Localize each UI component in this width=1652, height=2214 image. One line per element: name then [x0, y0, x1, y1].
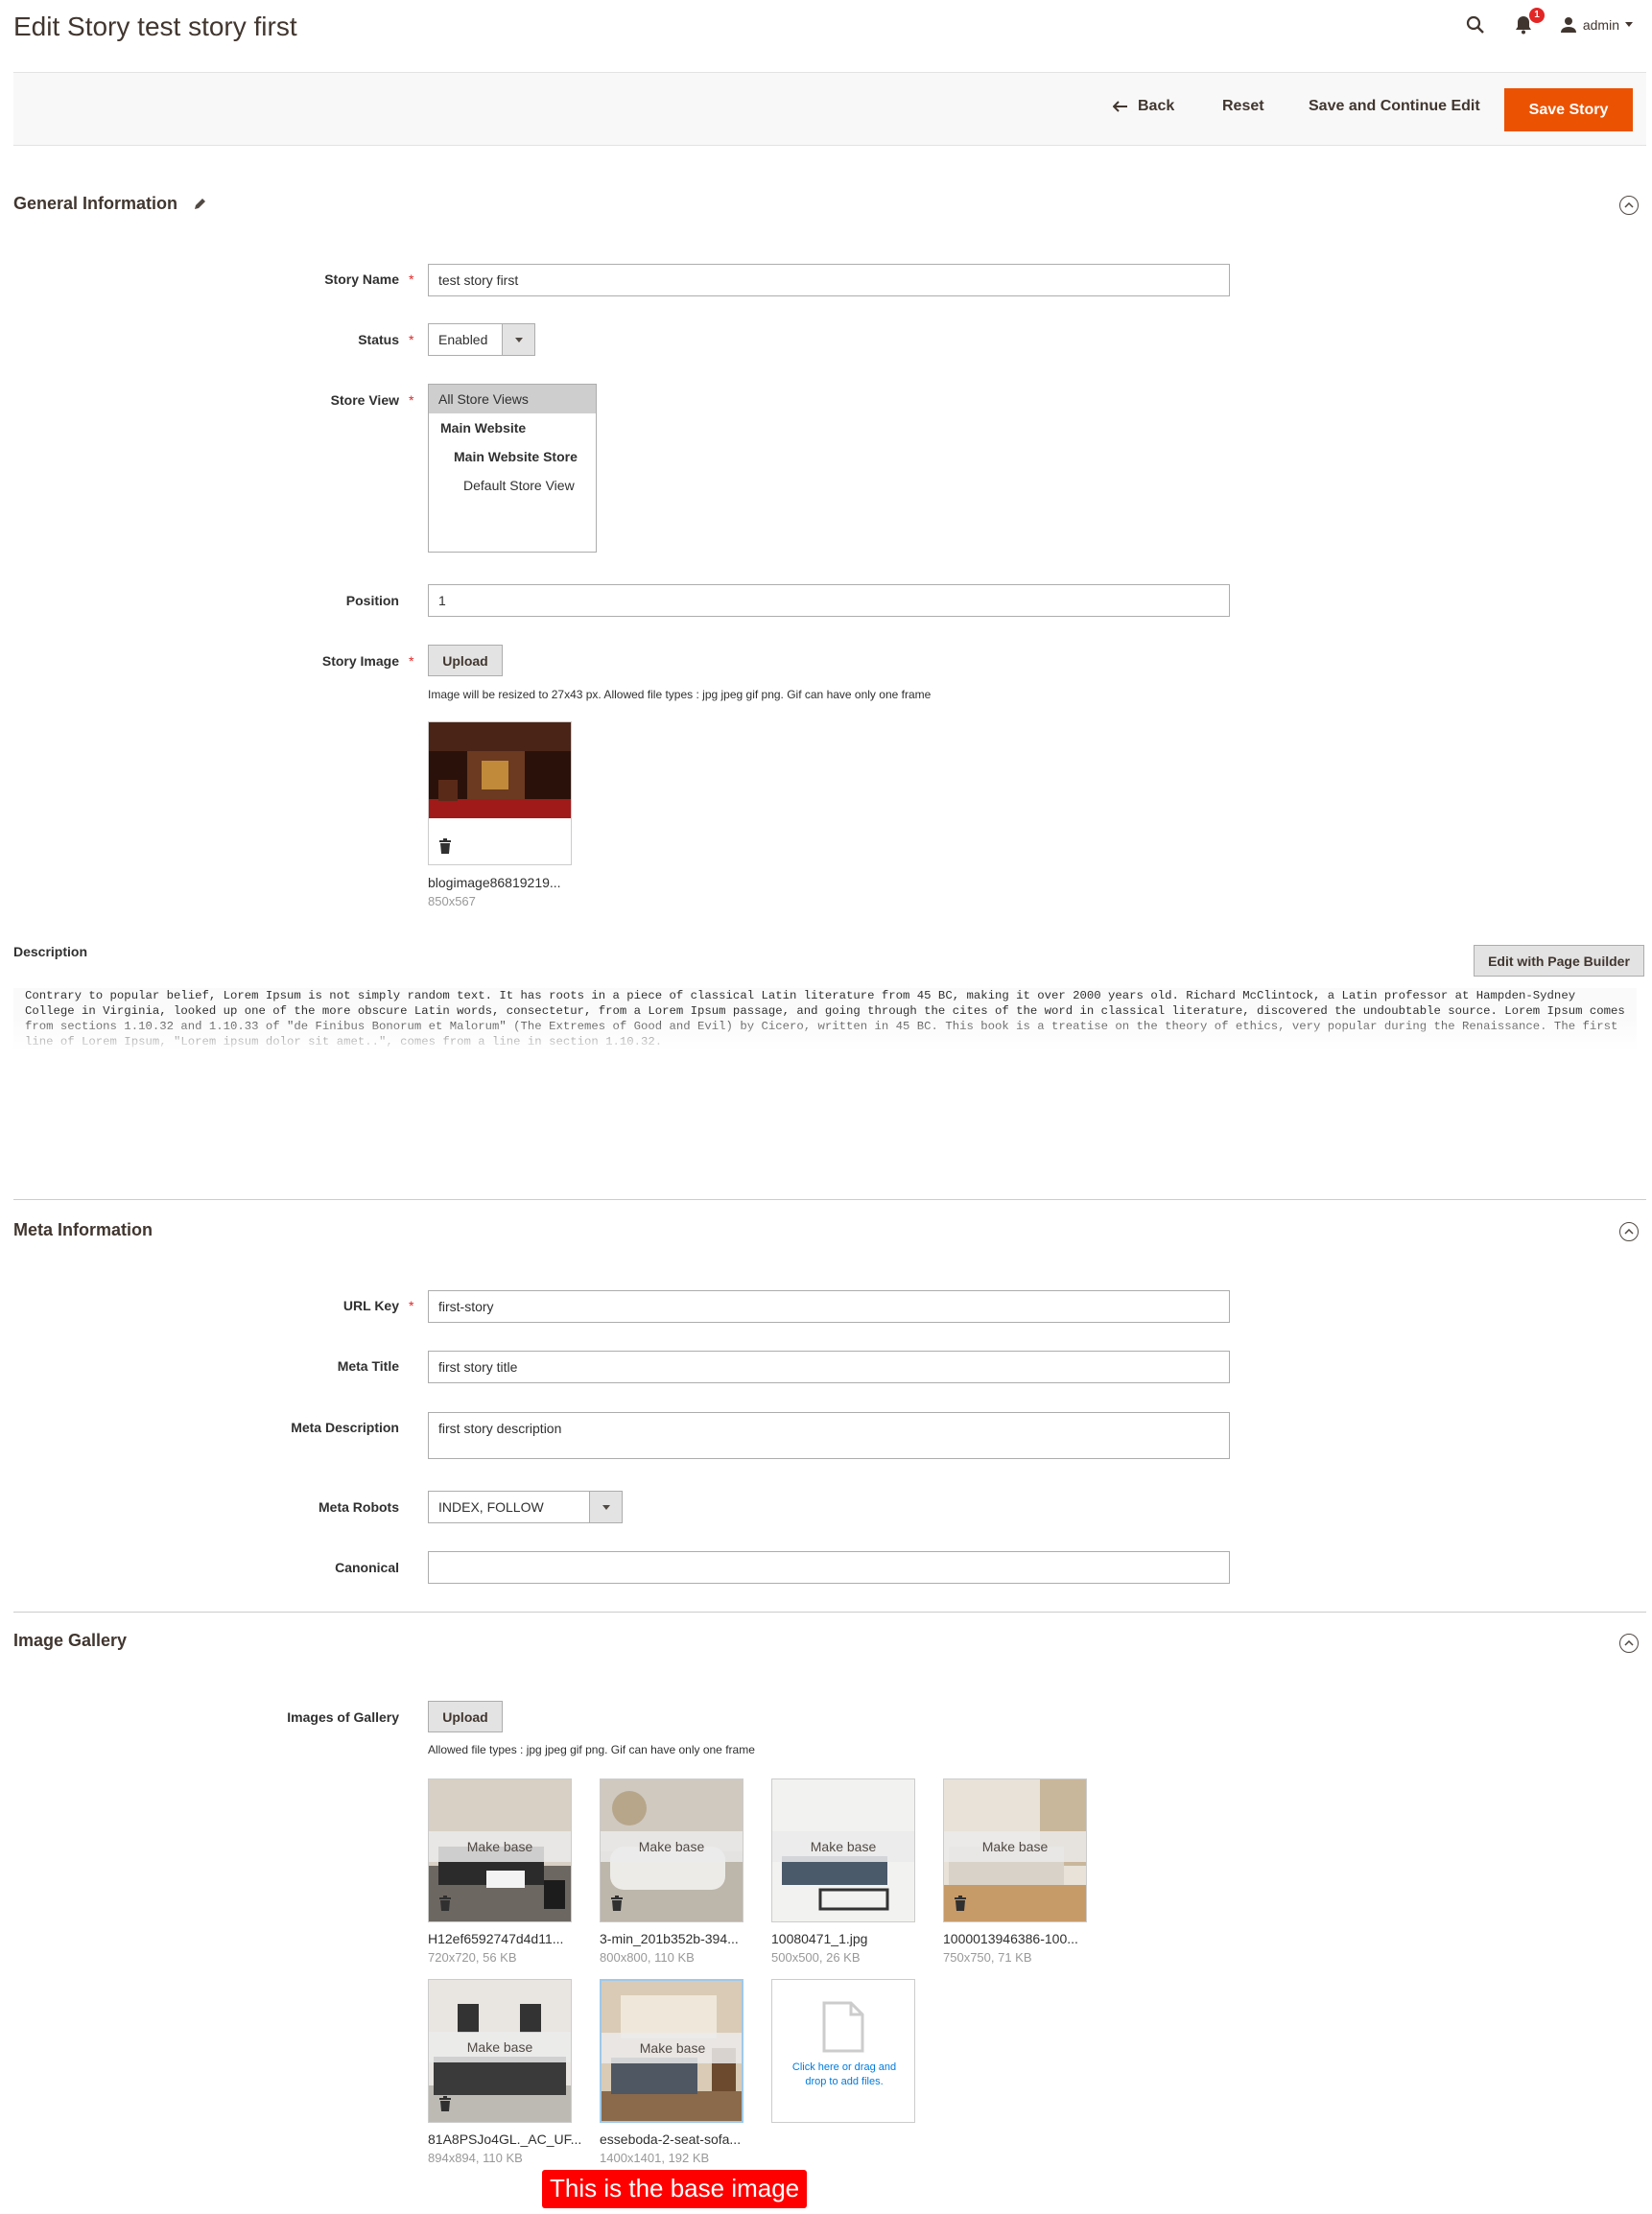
meta-title-label: Meta Title [337, 1358, 399, 1374]
store-view-label: Store View [330, 392, 399, 408]
gallery-drop-zone[interactable]: Click here or drag and drop to add files… [771, 1979, 915, 2123]
general-information-title[interactable]: General Information [13, 194, 206, 214]
story-image-label: Story Image [321, 653, 399, 669]
description-fade [13, 1017, 1637, 1051]
required-marker: * [409, 1298, 414, 1313]
url-key-label: URL Key [342, 1298, 399, 1313]
make-base-button[interactable]: Make base [429, 1831, 571, 1862]
gallery-image-meta: 500x500, 26 KB [771, 1950, 861, 1965]
status-select[interactable]: Enabled [428, 323, 535, 356]
reset-button[interactable]: Reset [1222, 98, 1264, 115]
collapse-general-icon[interactable] [1619, 196, 1639, 215]
edit-page-builder-button[interactable]: Edit with Page Builder [1474, 945, 1644, 977]
collapse-meta-icon[interactable] [1619, 1222, 1639, 1241]
gallery-image-name: H12ef6592747d4d11... [428, 1931, 564, 1946]
save-story-button[interactable]: Save Story [1504, 88, 1633, 131]
make-base-button[interactable]: Make base [601, 1831, 743, 1862]
meta-description-textarea[interactable]: first story description [428, 1412, 1230, 1459]
gallery-upload-button[interactable]: Upload [428, 1701, 503, 1732]
make-base-button[interactable]: Make base [772, 1831, 914, 1862]
gallery-image-base[interactable]: Make base [600, 1979, 743, 2123]
story-image-upload-button[interactable]: Upload [428, 645, 503, 676]
gallery-image-meta: 750x750, 71 KB [943, 1950, 1032, 1965]
gallery-image[interactable]: Make base [428, 1979, 572, 2123]
user-icon [1560, 17, 1576, 33]
description-label: Description [13, 944, 88, 959]
make-base-button[interactable]: Make base [944, 1831, 1086, 1862]
make-base-button[interactable]: Make base [602, 2033, 742, 2063]
gallery-image[interactable]: Make base [943, 1778, 1087, 1922]
gallery-image-name: 3-min_201b352b-394... [600, 1931, 739, 1946]
required-marker: * [409, 392, 414, 408]
meta-title-input[interactable]: first story title [428, 1351, 1230, 1383]
position-label: Position [345, 593, 399, 608]
notification-count: 1 [1529, 8, 1545, 23]
story-name-input[interactable]: test story first [428, 264, 1230, 296]
story-image-thumbnail [429, 722, 571, 818]
back-button[interactable]: Back [1113, 98, 1174, 115]
story-name-label: Story Name [324, 271, 399, 287]
story-image-size: 850x567 [428, 894, 476, 908]
user-menu[interactable]: admin [1560, 16, 1633, 34]
required-marker: * [409, 332, 414, 347]
story-image-note: Image will be resized to 27x43 px. Allow… [428, 688, 932, 701]
delete-image-icon[interactable] [954, 1896, 967, 1916]
user-name: admin [1582, 17, 1619, 33]
image-gallery-title[interactable]: Image Gallery [13, 1631, 127, 1651]
delete-image-icon[interactable] [438, 838, 452, 859]
delete-image-icon[interactable] [438, 2096, 452, 2116]
base-image-annotation: This is the base image [542, 2170, 808, 2208]
images-of-gallery-label: Images of Gallery [287, 1709, 399, 1725]
gallery-image-meta: 720x720, 56 KB [428, 1950, 517, 1965]
status-label: Status [358, 332, 399, 347]
story-image-name: blogimage86819219... [428, 875, 561, 890]
meta-information-title[interactable]: Meta Information [13, 1220, 153, 1240]
story-image-preview [428, 721, 572, 865]
section-divider [13, 1199, 1646, 1200]
section-divider [13, 1612, 1646, 1613]
store-option[interactable]: Default Store View [429, 471, 596, 500]
meta-description-label: Meta Description [291, 1420, 399, 1435]
gallery-image-name: 81A8PSJo4GL._AC_UF... [428, 2132, 581, 2147]
chevron-down-icon [502, 324, 534, 355]
delete-image-icon[interactable] [610, 1896, 624, 1916]
gallery-image[interactable]: Make base [771, 1778, 915, 1922]
gallery-image[interactable]: Make base [600, 1778, 743, 1922]
store-option[interactable]: Main Website [429, 413, 596, 442]
gallery-image-meta: 1400x1401, 192 KB [600, 2151, 710, 2165]
chevron-down-icon [589, 1492, 622, 1522]
drop-zone-text: Click here or drag and drop to add files… [791, 2061, 897, 2087]
gallery-image-name: 1000013946386-100... [943, 1931, 1078, 1946]
bell-icon[interactable]: 1 [1512, 8, 1545, 36]
header-tools: 1 admin [1464, 8, 1633, 36]
delete-image-icon[interactable] [438, 1896, 452, 1916]
canonical-input[interactable] [428, 1551, 1230, 1584]
save-continue-button[interactable]: Save and Continue Edit [1309, 98, 1480, 115]
gallery-image-meta: 894x894, 110 KB [428, 2151, 523, 2165]
gallery-image-name: esseboda-2-seat-sofa... [600, 2132, 742, 2147]
arrow-left-icon [1113, 101, 1127, 112]
store-view-multiselect[interactable]: All Store Views Main Website Main Websit… [428, 384, 597, 553]
position-input[interactable]: 1 [428, 584, 1230, 617]
gallery-note: Allowed file types : jpg jpeg gif png. G… [428, 1743, 755, 1756]
search-icon[interactable] [1464, 13, 1487, 36]
meta-robots-label: Meta Robots [319, 1499, 399, 1515]
chevron-down-icon [1625, 22, 1633, 27]
gallery-image[interactable]: Make base [428, 1778, 572, 1922]
canonical-label: Canonical [335, 1560, 399, 1575]
collapse-gallery-icon[interactable] [1619, 1634, 1639, 1653]
url-key-input[interactable]: first-story [428, 1290, 1230, 1323]
make-base-button[interactable]: Make base [429, 2032, 571, 2062]
required-marker: * [409, 271, 414, 287]
store-option[interactable]: Main Website Store [429, 442, 596, 471]
store-option[interactable]: All Store Views [429, 385, 596, 413]
page-actions-toolbar: Back Reset Save and Continue Edit Save S… [13, 72, 1646, 146]
gallery-image-meta: 800x800, 110 KB [600, 1950, 695, 1965]
file-icon [822, 2001, 864, 2053]
pencil-icon[interactable] [193, 198, 206, 211]
gallery-image-name: 10080471_1.jpg [771, 1931, 868, 1946]
required-marker: * [409, 653, 414, 669]
meta-robots-select[interactable]: INDEX, FOLLOW [428, 1491, 623, 1523]
page-title: Edit Story test story first [13, 12, 297, 41]
